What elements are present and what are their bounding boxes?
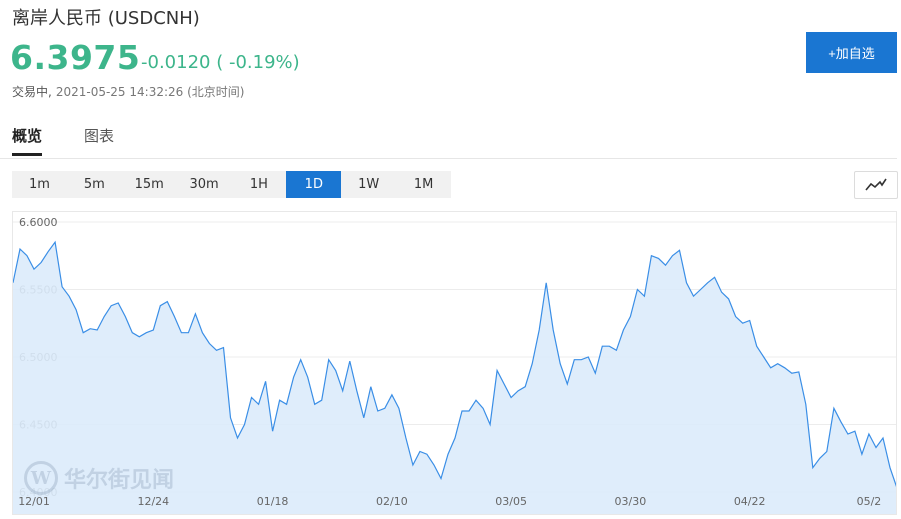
status-label: 交易中, (12, 85, 52, 99)
add-watchlist-button[interactable]: +加自选 (806, 32, 897, 73)
period-15m[interactable]: 15m (122, 171, 177, 198)
trading-status: 交易中, 2021-05-25 14:32:26 (北京时间) (12, 83, 244, 100)
price-chart[interactable]: 6.60006.55006.50006.45006.400012/0112/24… (12, 211, 897, 515)
period-5m[interactable]: 5m (67, 171, 122, 198)
period-30m[interactable]: 30m (177, 171, 232, 198)
period-selector: 1m 5m 15m 30m 1H 1D 1W 1M (12, 171, 451, 198)
x-tick-label: 01/18 (257, 495, 289, 508)
period-1h[interactable]: 1H (232, 171, 287, 198)
timestamp: 2021-05-25 14:32:26 (北京时间) (55, 85, 245, 99)
tab-bar: 概览 图表 (0, 126, 897, 159)
line-chart-icon (865, 178, 887, 191)
instrument-title: 离岸人民币 (USDCNH) (12, 8, 200, 29)
period-1m[interactable]: 1m (12, 171, 67, 198)
watermark-text: 华尔街见闻 (64, 467, 175, 493)
tab-chart[interactable]: 图表 (84, 126, 114, 156)
y-tick-label: 6.6000 (19, 216, 58, 229)
x-tick-label: 12/01 (18, 495, 50, 508)
price-change: -0.0120 ( -0.19%) (141, 52, 300, 73)
current-price: 6.3975 (10, 38, 141, 77)
x-tick-label: 03/05 (495, 495, 527, 508)
watermark: W 华尔街见闻 (24, 461, 174, 495)
period-1d[interactable]: 1D (286, 171, 342, 198)
period-1mo[interactable]: 1M (396, 171, 451, 198)
x-tick-label: 12/24 (137, 495, 169, 508)
x-tick-label: 04/22 (734, 495, 766, 508)
x-tick-label: 02/10 (376, 495, 408, 508)
x-tick-label: 03/30 (615, 495, 647, 508)
tab-overview[interactable]: 概览 (12, 126, 43, 156)
x-tick-label: 05/2 (857, 495, 882, 508)
chart-type-button[interactable] (854, 171, 898, 199)
period-1w[interactable]: 1W (341, 171, 396, 198)
watermark-logo: W (24, 461, 58, 495)
